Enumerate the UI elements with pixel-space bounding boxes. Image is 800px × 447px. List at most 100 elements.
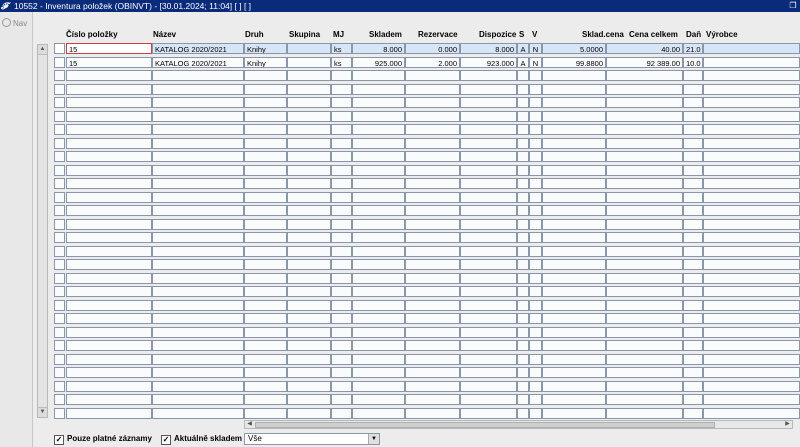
nav-button[interactable]: Nav [2, 18, 27, 28]
cell-cena-celkem[interactable] [606, 97, 683, 108]
col-header-nazev[interactable]: Název [153, 29, 176, 41]
cell-druh[interactable] [244, 178, 287, 189]
cell-sklad-cena[interactable] [542, 151, 606, 162]
cell-sklad-cena[interactable] [542, 178, 606, 189]
cell-skupina[interactable] [287, 191, 331, 203]
cell-nazev[interactable] [152, 367, 244, 378]
cell-nazev[interactable] [152, 164, 244, 176]
cell-v[interactable] [529, 367, 542, 378]
table-row[interactable] [35, 232, 800, 245]
cell-sklad-cena[interactable] [542, 286, 606, 297]
row-selector[interactable] [54, 70, 65, 81]
cell-skupina[interactable] [287, 43, 331, 54]
cell-druh[interactable] [244, 83, 287, 95]
cell-v[interactable] [529, 245, 542, 257]
cell-druh[interactable] [244, 70, 287, 81]
cell-cislo[interactable] [66, 353, 152, 365]
col-header-dispozice[interactable]: Dispozice [479, 29, 516, 41]
cell-vyrobce[interactable] [703, 178, 800, 189]
cell-rezervace[interactable] [405, 110, 460, 122]
col-header-v[interactable]: V [532, 29, 537, 41]
cell-vyrobce[interactable] [703, 245, 800, 257]
cell-skladem[interactable] [352, 272, 405, 284]
cell-cena-celkem[interactable] [606, 124, 683, 135]
cell-skupina[interactable] [287, 299, 331, 311]
table-row[interactable] [35, 326, 800, 340]
cell-s[interactable] [517, 110, 529, 122]
cell-nazev[interactable] [152, 137, 244, 149]
cell-rezervace[interactable] [405, 205, 460, 216]
row-selector[interactable] [54, 272, 65, 284]
cell-cislo[interactable]: 15 [66, 43, 152, 54]
cell-skladem[interactable] [352, 97, 405, 108]
cell-sklad-cena[interactable] [542, 407, 606, 419]
cell-sklad-cena[interactable] [542, 70, 606, 81]
cell-cena-celkem[interactable] [606, 205, 683, 216]
cell-s[interactable] [517, 137, 529, 149]
cell-vyrobce[interactable] [703, 218, 800, 230]
cell-rezervace[interactable] [405, 218, 460, 230]
cell-vyrobce[interactable] [703, 151, 800, 162]
cell-skladem[interactable] [352, 407, 405, 419]
cell-vyrobce[interactable] [703, 97, 800, 108]
cell-dan[interactable] [683, 110, 703, 122]
cell-cislo[interactable] [66, 232, 152, 243]
cell-v[interactable] [529, 70, 542, 81]
table-row[interactable] [35, 407, 800, 421]
cell-vyrobce[interactable] [703, 407, 800, 419]
cell-rezervace[interactable] [405, 83, 460, 95]
cell-skupina[interactable] [287, 178, 331, 189]
cell-rezervace[interactable] [405, 178, 460, 189]
cell-cena-celkem[interactable] [606, 164, 683, 176]
cell-nazev[interactable] [152, 326, 244, 338]
cell-dan[interactable] [683, 137, 703, 149]
cell-s[interactable] [517, 380, 529, 392]
cell-nazev[interactable] [152, 245, 244, 257]
row-selector[interactable] [54, 407, 65, 419]
cell-v[interactable] [529, 205, 542, 216]
cell-cislo[interactable] [66, 313, 152, 324]
cell-s[interactable] [517, 97, 529, 108]
cell-vyrobce[interactable] [703, 164, 800, 176]
cell-dan[interactable] [683, 340, 703, 351]
stock-filter-select[interactable]: Vše ▼ [244, 433, 380, 445]
cell-v[interactable] [529, 299, 542, 311]
cell-skladem[interactable] [352, 164, 405, 176]
row-selector[interactable] [54, 137, 65, 149]
table-row[interactable] [35, 286, 800, 299]
cell-nazev[interactable] [152, 83, 244, 95]
cell-cislo[interactable] [66, 164, 152, 176]
cell-dan[interactable] [683, 259, 703, 270]
cell-s[interactable] [517, 205, 529, 216]
table-row[interactable] [35, 137, 800, 151]
cell-sklad-cena[interactable] [542, 367, 606, 378]
cell-vyrobce[interactable] [703, 326, 800, 338]
row-selector[interactable] [54, 43, 65, 54]
cell-skupina[interactable] [287, 70, 331, 81]
cell-dispozice[interactable] [460, 137, 517, 149]
table-row[interactable] [35, 83, 800, 97]
row-selector[interactable] [54, 380, 65, 392]
scroll-up-icon[interactable]: ▲ [38, 45, 47, 55]
cell-skupina[interactable] [287, 340, 331, 351]
cell-rezervace[interactable] [405, 313, 460, 324]
cell-druh[interactable] [244, 164, 287, 176]
cell-druh[interactable] [244, 232, 287, 243]
cell-v[interactable] [529, 340, 542, 351]
cell-skladem[interactable] [352, 259, 405, 270]
row-selector[interactable] [54, 110, 65, 122]
cell-dan[interactable] [683, 326, 703, 338]
cell-vyrobce[interactable] [703, 137, 800, 149]
cell-nazev[interactable] [152, 353, 244, 365]
cell-vyrobce[interactable] [703, 353, 800, 365]
cell-mj[interactable] [331, 178, 352, 189]
cell-v[interactable] [529, 313, 542, 324]
cell-sklad-cena[interactable] [542, 394, 606, 405]
cell-rezervace[interactable] [405, 326, 460, 338]
cell-druh[interactable] [244, 218, 287, 230]
cell-vyrobce[interactable] [703, 232, 800, 243]
cell-skupina[interactable] [287, 313, 331, 324]
cell-dispozice[interactable] [460, 313, 517, 324]
cell-cislo[interactable] [66, 151, 152, 162]
cell-druh[interactable] [244, 326, 287, 338]
